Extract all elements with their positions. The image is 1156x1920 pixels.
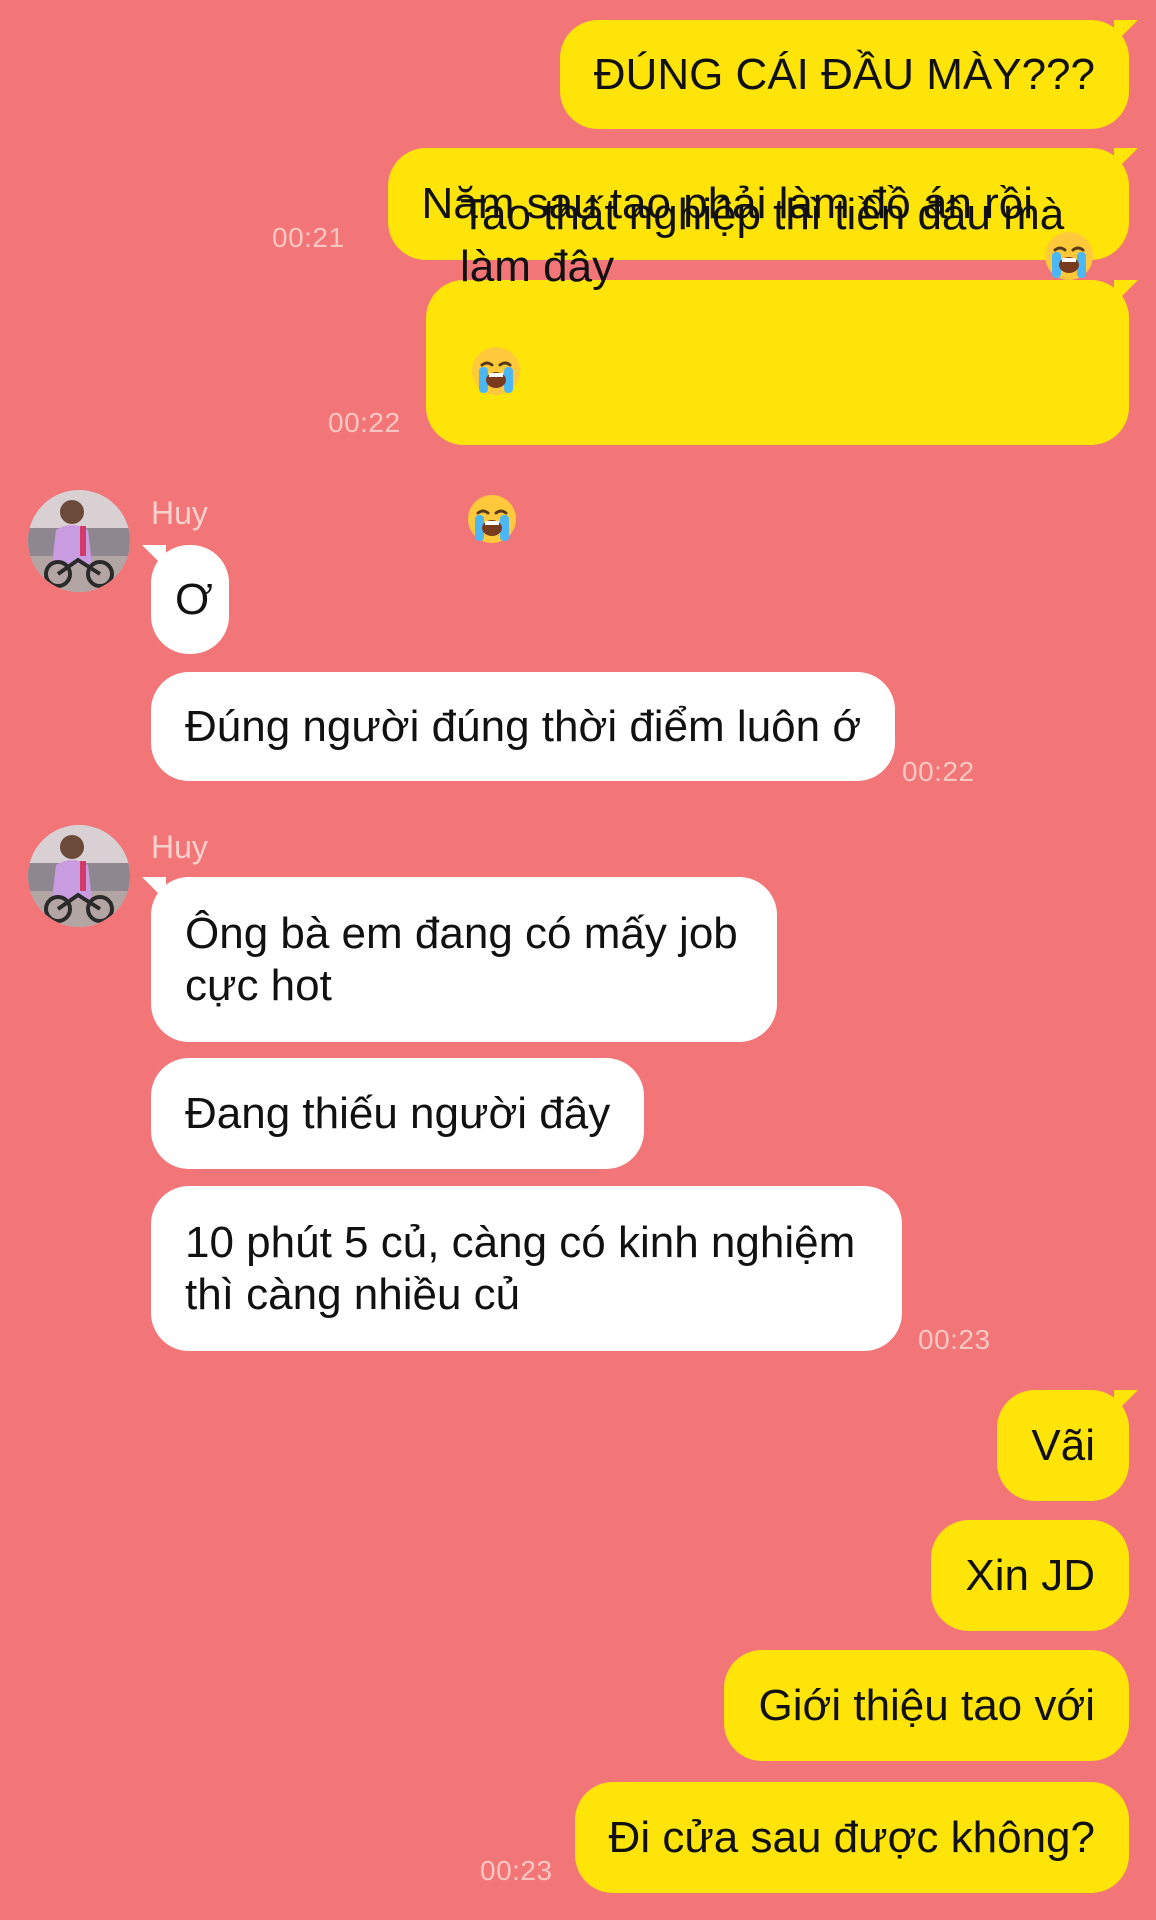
message-text: Giới thiệu tao với — [758, 1680, 1095, 1730]
sender-name: Huy — [151, 829, 208, 865]
message-text: Tao thất nghiệp thì tiền đâu mà làm đây — [460, 189, 1065, 291]
contact-avatar[interactable] — [28, 490, 130, 592]
incoming-message[interactable]: Đúng người đúng thời điểm luôn ớ — [151, 672, 896, 781]
outgoing-message[interactable]: ĐÚNG CÁI ĐẦU MÀY??? — [559, 20, 1129, 129]
outgoing-message[interactable]: Giới thiệu tao với — [724, 1650, 1129, 1761]
message-timestamp: 00:21 — [272, 222, 345, 253]
outgoing-message[interactable]: Tao thất nghiệp thì tiền đâu mà làm đây — [426, 190, 1129, 543]
message-text: Đi cửa sau được không? — [608, 1812, 1095, 1862]
message-text: Vãi — [1031, 1420, 1095, 1470]
sender-name: Huy — [151, 495, 208, 531]
message-text: 10 phút 5 củ, càng có kinh nghiệm thì cà… — [185, 1217, 856, 1319]
incoming-message[interactable]: Ông bà em đang có mấy job cực hot — [151, 877, 777, 1042]
incoming-message[interactable]: Đang thiếu người đây — [151, 1058, 645, 1169]
message-text: Ông bà em đang có mấy job cực hot — [185, 908, 738, 1010]
message-text: Đang thiếu người đây — [185, 1088, 611, 1138]
chat-thread[interactable]: ĐÚNG CÁI ĐẦU MÀY??? 00:21 Năm sau tao ph… — [0, 0, 1156, 1920]
crying-emoji-icon — [466, 441, 518, 543]
incoming-message[interactable]: Ơ — [151, 545, 229, 654]
message-text: ĐÚNG CÁI ĐẦU MÀY??? — [593, 49, 1095, 99]
message-timestamp: 00:23 — [480, 1855, 553, 1886]
outgoing-message[interactable]: Vãi — [997, 1390, 1129, 1501]
incoming-message[interactable]: 10 phút 5 củ, càng có kinh nghiệm thì cà… — [151, 1186, 902, 1351]
message-timestamp: 00:23 — [918, 1324, 991, 1355]
contact-avatar[interactable] — [28, 825, 130, 927]
message-timestamp: 00:22 — [902, 756, 975, 787]
message-timestamp: 00:22 — [328, 407, 401, 438]
crying-emoji-icon — [470, 293, 522, 395]
message-text: Xin JD — [965, 1550, 1095, 1600]
message-text: Đúng người đúng thời điểm luôn ớ — [185, 701, 862, 751]
outgoing-message[interactable]: Đi cửa sau được không? — [574, 1782, 1129, 1893]
outgoing-message[interactable]: Xin JD — [931, 1520, 1129, 1631]
message-text: Ơ — [175, 574, 213, 624]
